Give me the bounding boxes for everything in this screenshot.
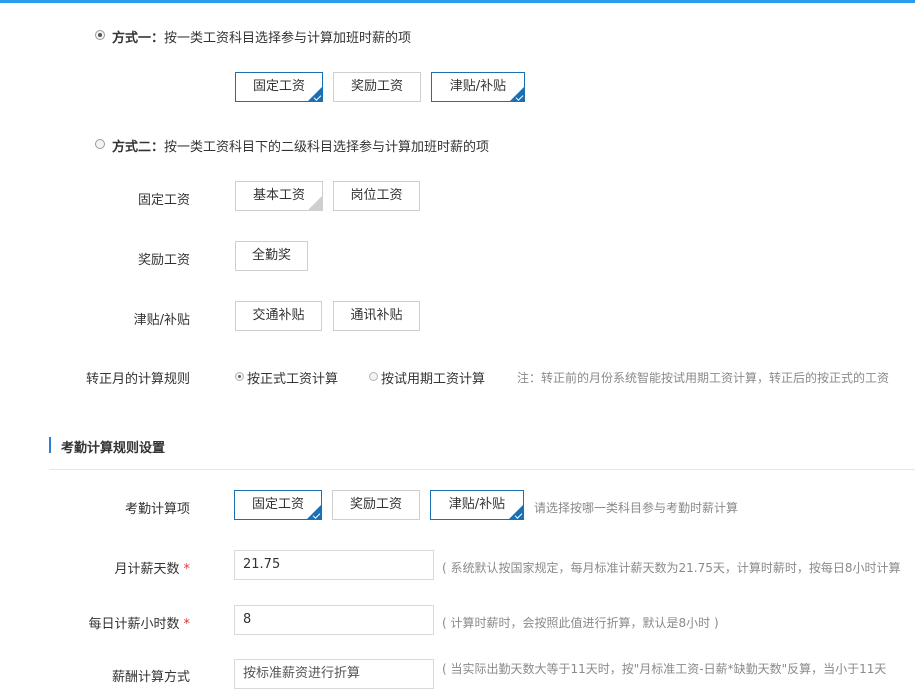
check-icon	[515, 93, 524, 101]
method1-row: 方式一：按一类工资科目选择参与计算加班时薪的项	[112, 27, 411, 46]
chip-label: 岗位工资	[350, 188, 403, 203]
section-accent-bar	[49, 437, 51, 453]
attendance-section-title: 考勤计算规则设置	[61, 441, 166, 456]
section-divider	[49, 469, 915, 470]
chip-label: 津贴/补贴	[449, 79, 507, 94]
daily-hours-label-text: 每日计薪小时数	[88, 617, 180, 632]
salary-method-label: 薪酬计算方式	[111, 670, 190, 685]
chip-label: 固定工资	[252, 79, 305, 94]
chip-label: 固定工资	[251, 497, 304, 512]
group-label-allowance: 津贴/补贴	[133, 313, 190, 328]
method1-title: 方式一：	[112, 31, 165, 46]
daily-hours-label: 每日计薪小时数 *	[0, 613, 190, 632]
salary-method-hint: ( 当实际出勤天数大等于11天时，按"月标准工资-日薪*缺勤天数"反算，当小于1…	[442, 662, 887, 676]
probation-formal-radio[interactable]	[235, 372, 244, 381]
chip-label: 基本工资	[252, 188, 305, 203]
method2-row: 方式二：按一类工资科目下的二级科目选择参与计算加班时薪的项	[112, 136, 489, 155]
chip-label: 通讯补贴	[350, 308, 403, 323]
probation-label: 转正月的计算规则	[85, 372, 190, 387]
method2-desc: 按一类工资科目下的二级科目选择参与计算加班时薪的项	[164, 140, 490, 155]
chip-position-salary[interactable]: 岗位工资	[333, 181, 420, 211]
chip-label: 津贴/补贴	[448, 497, 506, 512]
method1-desc: 按一类工资科目选择参与计算加班时薪的项	[164, 31, 412, 46]
required-mark: *	[183, 562, 191, 577]
required-mark: *	[183, 617, 191, 632]
method2-radio[interactable]	[95, 139, 105, 149]
check-icon	[312, 511, 321, 519]
chip-label: 奖励工资	[350, 79, 403, 94]
method2-title: 方式二：	[112, 140, 165, 155]
attendance-chip-bonus-salary[interactable]: 奖励工资	[332, 490, 420, 520]
chip-label: 交通补贴	[252, 308, 305, 323]
daily-hours-input[interactable]: 8	[234, 605, 434, 635]
daily-hours-hint: ( 计算时薪时，会按照此值进行折算，默认是8小时 )	[442, 616, 719, 630]
attendance-chip-allowance[interactable]: 津贴/补贴	[430, 490, 524, 520]
check-icon	[514, 511, 523, 519]
top-accent-bar	[0, 0, 915, 3]
check-icon	[313, 93, 322, 101]
method1-chip-allowance[interactable]: 津贴/补贴	[431, 72, 525, 102]
pay-days-label-text: 月计薪天数	[114, 562, 180, 577]
chip-label: 奖励工资	[349, 497, 402, 512]
probation-trial-radio[interactable]	[369, 372, 378, 381]
attendance-items-hint: 请选择按哪一类科目参与考勤时薪计算	[534, 501, 739, 515]
method1-chip-fixed-salary[interactable]: 固定工资	[235, 72, 323, 102]
chip-full-attendance-bonus[interactable]: 全勤奖	[235, 241, 308, 271]
group-label-fixed-salary: 固定工资	[137, 193, 190, 208]
chip-communication-allowance[interactable]: 通讯补贴	[333, 301, 420, 331]
pay-days-input[interactable]: 21.75	[234, 550, 434, 580]
method1-radio[interactable]	[95, 30, 105, 40]
chip-basic-salary[interactable]: 基本工资	[235, 181, 323, 211]
chip-transport-allowance[interactable]: 交通补贴	[235, 301, 322, 331]
chip-label: 全勤奖	[251, 248, 291, 263]
probation-trial-label[interactable]: 按试用期工资计算	[381, 368, 485, 387]
pay-days-hint: ( 系统默认按国家规定，每月标准计薪天数为21.75天，计算时薪时，按每日8小时…	[442, 561, 901, 575]
probation-formal-label[interactable]: 按正式工资计算	[247, 368, 338, 387]
attendance-items-label: 考勤计算项	[124, 502, 190, 517]
group-label-bonus-salary: 奖励工资	[137, 253, 190, 268]
attendance-chip-fixed-salary[interactable]: 固定工资	[234, 490, 322, 520]
probation-note: 注：转正前的月份系统智能按试用期工资计算，转正后的按正式的工资	[517, 371, 890, 385]
pay-days-label: 月计薪天数 *	[0, 558, 190, 577]
salary-method-select[interactable]: 按标准薪资进行折算	[234, 659, 434, 689]
method1-chip-bonus-salary[interactable]: 奖励工资	[333, 72, 421, 102]
